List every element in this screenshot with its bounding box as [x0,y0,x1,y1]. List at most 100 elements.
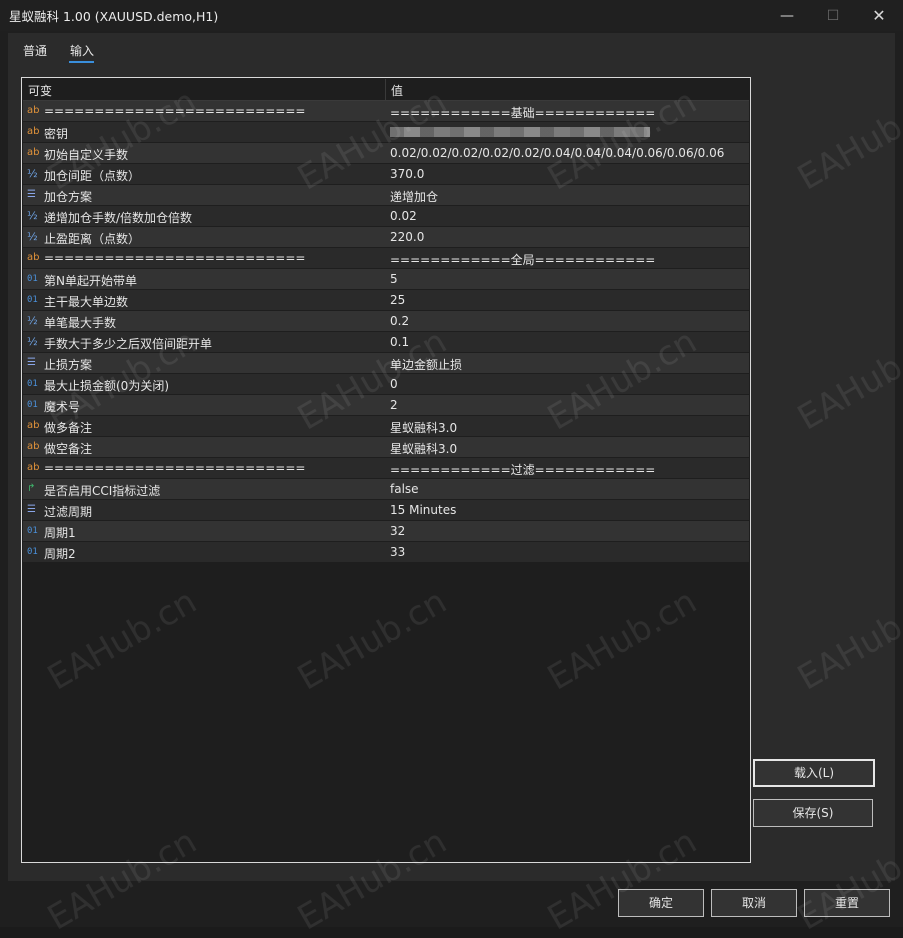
row-value[interactable]: 星蚁融科3.0 [390,419,457,436]
tab-general[interactable]: 普通 [23,42,47,59]
row-value[interactable]: ============过滤============ [390,461,655,478]
row-variable-name: 周期1 [44,526,76,540]
string-type-icon: ab [27,462,40,473]
enum-type-icon: ☰ [27,357,36,368]
row-value[interactable]: 0 [390,377,398,391]
title-bar: 星蚁融科 1.00 (XAUUSD.demo,H1) — ☐ ✕ [0,0,903,31]
double-type-icon: ½ [27,230,38,243]
row-variable-name: ========================== [44,461,306,475]
row-value[interactable]: 25 [390,293,405,307]
integer-type-icon: 01 [27,526,38,536]
row-value[interactable]: 5 [390,272,398,286]
row-value[interactable] [390,125,650,140]
row-variable-name: 第N单起开始带单 [44,274,137,288]
row-value[interactable]: 0.2 [390,314,409,328]
reset-button[interactable]: 重置 [804,889,890,917]
tab-inputs[interactable]: 输入 [70,42,94,59]
minimize-button[interactable]: — [764,0,810,31]
grid-row[interactable]: ☰ 止损方案 单边金额止损 [23,353,749,374]
grid-row[interactable]: ½ 加仓间距（点数） 370.0 [23,164,749,185]
grid-row[interactable]: ab ========================== ============… [23,101,749,122]
grid-row[interactable]: ab 做空备注 星蚁融科3.0 [23,437,749,458]
window-title: 星蚁融科 1.00 (XAUUSD.demo,H1) [9,9,219,24]
header-value[interactable]: 值 [391,82,403,99]
row-value[interactable]: 33 [390,545,405,559]
row-value[interactable]: 0.02/0.02/0.02/0.02/0.02/0.04/0.04/0.04/… [390,146,724,160]
maximize-button[interactable]: ☐ [810,0,856,31]
tab-bar: 普通 输入 [8,33,895,65]
row-variable-name: 过滤周期 [44,505,93,519]
row-value[interactable]: 32 [390,524,405,538]
row-variable-name: 递增加仓手数/倍数加仓倍数 [44,211,193,225]
grid-row[interactable]: ½ 递增加仓手数/倍数加仓倍数 0.02 [23,206,749,227]
close-icon: ✕ [872,6,886,25]
string-type-icon: ab [27,252,40,263]
row-variable-name: 加仓方案 [44,190,93,204]
enum-type-icon: ☰ [27,504,36,515]
dialog-window: 星蚁融科 1.00 (XAUUSD.demo,H1) — ☐ ✕ 普通 输入 可… [0,0,903,938]
grid-row[interactable]: ½ 止盈距离（点数） 220.0 [23,227,749,248]
grid-rows: ab ========================== ============… [23,101,749,563]
grid-row[interactable]: 01 魔术号 2 [23,395,749,416]
header-variable[interactable]: 可变 [28,82,52,99]
row-variable-name: 是否启用CCI指标过滤 [44,484,161,498]
integer-type-icon: 01 [27,379,38,389]
dialog-frame: 普通 输入 可变 值 ab ========================== =… [8,33,895,881]
grid-row[interactable]: ↱ 是否启用CCI指标过滤 false [23,479,749,500]
grid-header: 可变 值 [23,79,749,101]
enum-type-icon: ☰ [27,189,36,200]
row-variable-name: 周期2 [44,547,76,561]
bool-type-icon: ↱ [27,483,36,494]
maximize-icon: ☐ [826,7,840,24]
grid-row[interactable]: 01 周期2 33 [23,542,749,563]
row-value[interactable]: ============基础============ [390,104,655,121]
row-value[interactable]: 0.1 [390,335,409,349]
row-variable-name: 主干最大单边数 [44,295,129,309]
load-button[interactable]: 载入(L) [753,759,875,787]
redacted-value [390,127,650,137]
row-variable-name: 止盈距离（点数） [44,232,141,246]
row-value[interactable]: 0.02 [390,209,417,223]
double-type-icon: ½ [27,209,38,222]
grid-row[interactable]: 01 最大止损金额(0为关闭) 0 [23,374,749,395]
row-value[interactable]: 370.0 [390,167,424,181]
row-value[interactable]: 递增加仓 [390,188,438,205]
integer-type-icon: 01 [27,400,38,410]
grid-row[interactable]: ½ 手数大于多少之后双倍间距开单 0.1 [23,332,749,353]
row-variable-name: 魔术号 [44,400,81,414]
row-variable-name: ========================== [44,251,306,265]
row-value[interactable]: 220.0 [390,230,424,244]
row-variable-name: 做多备注 [44,421,93,435]
grid-row[interactable]: ½ 单笔最大手数 0.2 [23,311,749,332]
cancel-button[interactable]: 取消 [711,889,797,917]
string-type-icon: ab [27,441,40,452]
inputs-grid[interactable]: 可变 值 ab ========================== =======… [21,77,751,863]
row-value[interactable]: false [390,482,419,496]
grid-row[interactable]: ab 做多备注 星蚁融科3.0 [23,416,749,437]
close-button[interactable]: ✕ [856,0,902,31]
grid-row[interactable]: ab 密钥 [23,122,749,143]
row-variable-name: 手数大于多少之后双倍间距开单 [44,337,213,351]
grid-row[interactable]: ab ========================== ============… [23,248,749,269]
grid-row[interactable]: 01 主干最大单边数 25 [23,290,749,311]
ok-button[interactable]: 确定 [618,889,704,917]
grid-row[interactable]: ☰ 加仓方案 递增加仓 [23,185,749,206]
row-value[interactable]: 星蚁融科3.0 [390,440,457,457]
row-value[interactable]: ============全局============ [390,251,655,268]
row-value[interactable]: 单边金额止损 [390,356,462,373]
row-value[interactable]: 2 [390,398,398,412]
grid-row[interactable]: 01 周期1 32 [23,521,749,542]
row-variable-name: 做空备注 [44,442,93,456]
double-type-icon: ½ [27,335,38,348]
grid-row[interactable]: ☰ 过滤周期 15 Minutes [23,500,749,521]
grid-row[interactable]: 01 第N单起开始带单 5 [23,269,749,290]
string-type-icon: ab [27,420,40,431]
row-variable-name: 加仓间距（点数） [44,169,141,183]
double-type-icon: ½ [27,314,38,327]
save-button[interactable]: 保存(S) [753,799,873,827]
row-variable-name: 止损方案 [44,358,93,372]
row-variable-name: 最大止损金额(0为关闭) [44,379,169,393]
grid-row[interactable]: ab 初始自定义手数 0.02/0.02/0.02/0.02/0.02/0.04/0… [23,143,749,164]
row-value[interactable]: 15 Minutes [390,503,456,517]
grid-row[interactable]: ab ========================== ============… [23,458,749,479]
